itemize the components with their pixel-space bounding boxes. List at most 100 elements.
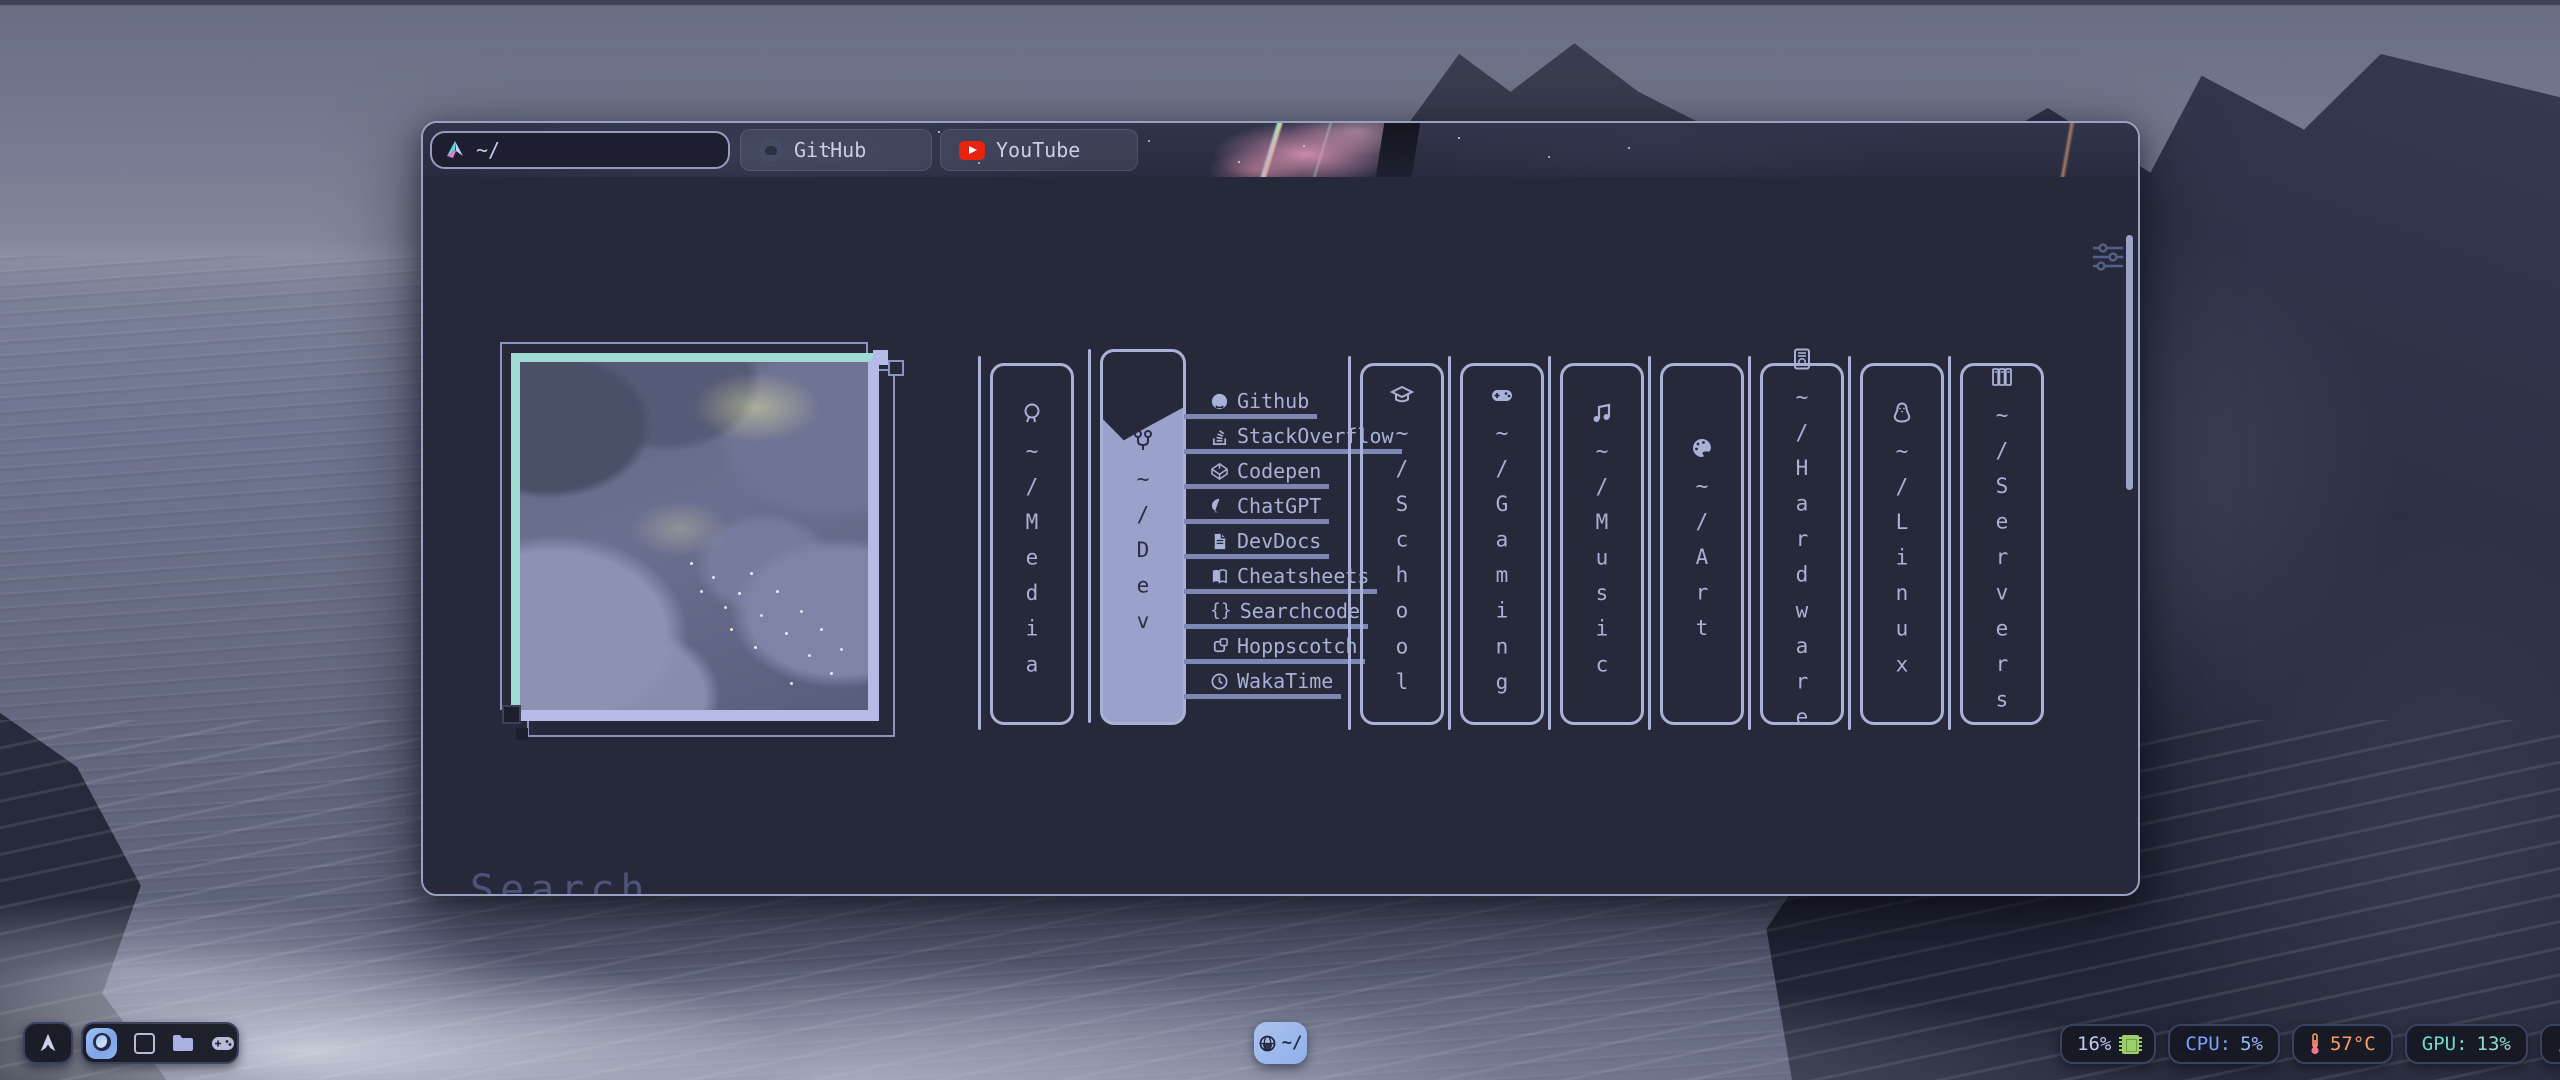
shelf-divider <box>1648 356 1651 730</box>
controller-icon <box>211 1036 235 1051</box>
tab-github-label: GitHub <box>794 138 866 162</box>
artwork-stars <box>690 562 693 565</box>
clock-icon <box>1210 672 1229 691</box>
launcher-button[interactable] <box>23 1022 73 1064</box>
linux-icon <box>1890 401 1914 425</box>
book-unit-servers: ~/Servers <box>1948 356 2044 730</box>
book-unit-art: ~/Art <box>1648 356 1744 730</box>
book-media[interactable]: ~/Media <box>990 363 1074 725</box>
book-art[interactable]: ~/Art <box>1660 363 1744 725</box>
screen: ~/ GitHub YouTube <box>0 0 2560 1080</box>
cpu-temp-widget: 57°C <box>2292 1024 2393 1064</box>
chat-icon <box>1210 497 1229 516</box>
link-github[interactable]: Github <box>1184 390 1317 419</box>
shelf-divider <box>1448 356 1451 730</box>
tab-youtube[interactable]: YouTube <box>940 129 1138 171</box>
hero-artwork-image <box>511 353 879 721</box>
book-unit-linux: ~/Linux <box>1848 356 1944 730</box>
pc-icon <box>1790 347 1814 371</box>
files-app-button[interactable] <box>172 1034 194 1052</box>
thermometer-icon <box>2309 1033 2321 1055</box>
bookshelf-right: ~/School ~/Gaming <box>1348 356 2048 730</box>
shelf-divider <box>978 356 981 730</box>
frame-corner-square <box>502 705 521 724</box>
tab-youtube-label: YouTube <box>996 138 1080 162</box>
link-hoppscotch[interactable]: Hoppscotch <box>1184 635 1365 664</box>
tabbar-artwork-stars <box>938 131 940 133</box>
book-unit-music: ~/Music <box>1548 356 1644 730</box>
frame-corner-square <box>873 350 888 365</box>
url-text: ~/ <box>476 138 500 162</box>
gamepad-icon <box>1490 383 1514 407</box>
startpage: ~/Media ~/Dev <box>423 177 2138 894</box>
gpu-widget: GPU: 13% <box>2405 1024 2528 1064</box>
active-window-button[interactable]: ~/ <box>1254 1022 1307 1064</box>
cpu-value: 5% <box>2240 1033 2263 1055</box>
window-icon <box>134 1033 155 1054</box>
book-servers[interactable]: ~/Servers <box>1960 363 2044 725</box>
scrollbar-thumb[interactable] <box>2126 235 2133 490</box>
link-searchcode[interactable]: {} Searchcode <box>1184 600 1368 629</box>
youtube-tab-icon <box>959 141 985 160</box>
firefox-app-button[interactable] <box>86 1028 117 1059</box>
gpu-value: 13% <box>2477 1033 2511 1055</box>
school-icon <box>1390 383 1414 407</box>
link-codepen[interactable]: Codepen <box>1184 460 1329 489</box>
search-input[interactable] <box>468 867 2052 896</box>
firefox-icon <box>86 1028 117 1059</box>
server-icon <box>1990 365 2014 389</box>
shelf-divider <box>1348 356 1351 730</box>
sliders-icon[interactable] <box>2091 243 2125 271</box>
media-icon <box>1020 401 1044 425</box>
book-dev-label: ~/Dev <box>1131 467 1155 645</box>
window-app-button[interactable] <box>134 1033 155 1054</box>
tab-github[interactable]: GitHub <box>740 129 932 171</box>
shelf-divider <box>1848 356 1851 730</box>
book-unit-gaming: ~/Gaming <box>1448 356 1544 730</box>
hero-artwork-frame <box>511 353 879 721</box>
stackoverflow-icon <box>1210 427 1229 446</box>
folder-icon <box>172 1034 194 1052</box>
cpu-temp-value: 57°C <box>2330 1033 2376 1055</box>
cpu-label: CPU: <box>2185 1033 2231 1055</box>
link-wakatime[interactable]: WakaTime <box>1184 670 1341 699</box>
shelf-divider <box>1088 349 1091 723</box>
palette-icon <box>1690 436 1714 460</box>
frame-corner-square <box>888 360 904 376</box>
book-linux[interactable]: ~/Linux <box>1860 363 1944 725</box>
book-gaming[interactable]: ~/Gaming <box>1460 363 1544 725</box>
book-unit-school: ~/School <box>1348 356 1444 730</box>
book-unit-dev: ~/Dev <box>1088 349 1186 725</box>
frame-corner-square <box>516 728 528 740</box>
search-bar <box>468 867 2050 896</box>
shelf-divider <box>1748 356 1751 730</box>
memory-value: 16% <box>2077 1033 2111 1055</box>
book-school[interactable]: ~/School <box>1360 363 1444 725</box>
url-bar[interactable]: ~/ <box>430 131 730 169</box>
book-icon <box>1210 567 1229 586</box>
ram-chip-icon <box>2122 1035 2139 1054</box>
status-widgets: 16% CPU: 5% 57°C GPU: 13% 50°C <box>2060 1024 2560 1064</box>
book-music[interactable]: ~/Music <box>1560 363 1644 725</box>
book-hardware[interactable]: ~/Hardware <box>1760 363 1844 725</box>
cpu-widget: CPU: 5% <box>2168 1024 2280 1064</box>
memory-widget: 16% <box>2060 1024 2156 1064</box>
codepen-icon <box>1210 462 1229 481</box>
link-chatgpt[interactable]: ChatGPT <box>1184 495 1329 524</box>
github-tab-icon <box>759 138 783 162</box>
link-devdocs[interactable]: DevDocs <box>1184 530 1329 559</box>
browser-tab-bar: ~/ GitHub YouTube <box>423 123 2138 177</box>
book-dev-open[interactable]: ~/Dev <box>1100 349 1186 725</box>
book-media-label: ~/Media <box>1020 439 1044 688</box>
music-icon <box>1590 401 1614 425</box>
arch-logo-icon <box>37 1032 59 1054</box>
globe-icon <box>1259 1035 1276 1052</box>
github-icon <box>1210 392 1229 411</box>
shelf-divider <box>1948 356 1951 730</box>
gpu-temp-widget: 50°C <box>2540 1024 2560 1064</box>
braces-icon: {} <box>1210 600 1232 622</box>
active-window-label: ~/ <box>1282 1033 1302 1053</box>
hoppscotch-icon <box>1210 637 1229 656</box>
games-app-button[interactable] <box>211 1036 235 1051</box>
book-unit-media: ~/Media <box>978 356 1074 730</box>
